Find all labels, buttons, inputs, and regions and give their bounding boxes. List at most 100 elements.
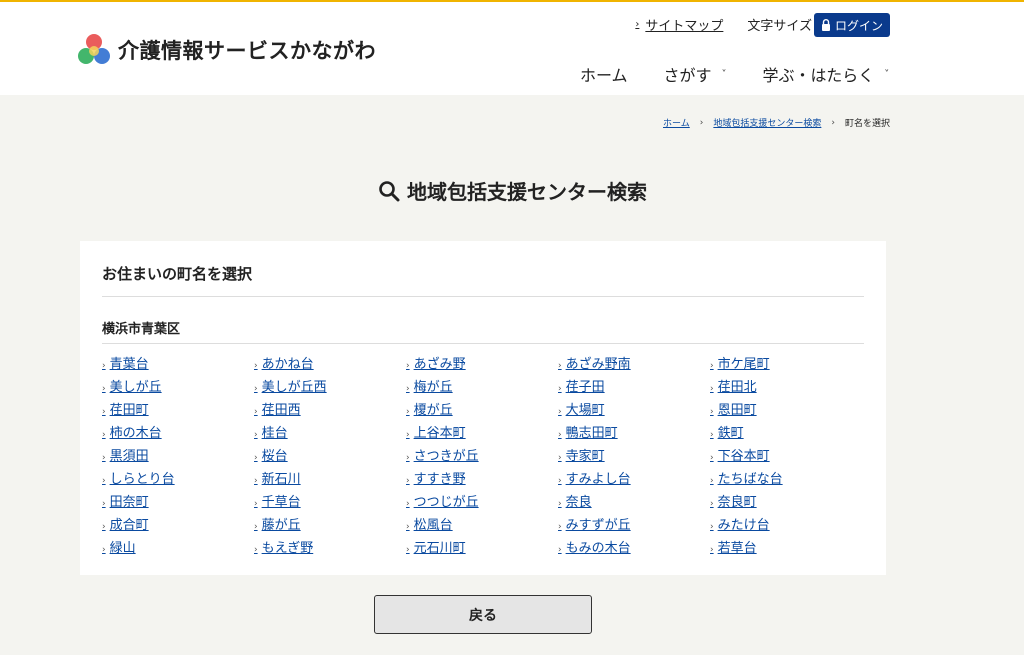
chevron-right-icon: ›	[254, 498, 258, 509]
chevron-right-icon: ›	[558, 544, 562, 555]
town-link[interactable]: › もみの木台	[558, 535, 710, 558]
town-label: すすき野	[413, 472, 466, 487]
town-link[interactable]: › 奈良町	[710, 489, 862, 512]
town-link[interactable]: › 荏田町	[102, 397, 254, 420]
town-link[interactable]: › 美しが丘西	[254, 374, 406, 397]
site-header: 介護情報サービスかながわ › サイトマップ 文字サイズ 小 中 大 ログイン ホ…	[0, 2, 1024, 95]
town-link[interactable]: › 上谷本町	[406, 420, 558, 443]
town-link[interactable]: › 田奈町	[102, 489, 254, 512]
breadcrumb-home[interactable]: ホーム	[663, 116, 690, 129]
main-nav: ホーム さがす ˅ 学ぶ・はたらく ˅	[580, 62, 925, 86]
town-link[interactable]: › すみよし台	[558, 466, 710, 489]
breadcrumb-center-search[interactable]: 地域包括支援センター検索	[713, 116, 821, 129]
town-link[interactable]: › 荏田西	[254, 397, 406, 420]
town-label: 荏田町	[109, 403, 149, 418]
town-link[interactable]: › 美しが丘	[102, 374, 254, 397]
town-select-panel: お住まいの町名を選択 横浜市青葉区 › 青葉台 › あかね台 › あざみ野 › あざみ野南 › 市…	[80, 241, 886, 575]
chevron-right-icon: ›	[254, 406, 258, 417]
town-label: 若草台	[717, 541, 757, 556]
chevron-right-icon: ›	[254, 475, 258, 486]
town-link[interactable]: › しらとり台	[102, 466, 254, 489]
town-link[interactable]: › 荏子田	[558, 374, 710, 397]
town-link[interactable]: › 藤が丘	[254, 512, 406, 535]
town-label: 恩田町	[717, 403, 757, 418]
chevron-right-icon: ›	[710, 521, 714, 532]
town-label: 寺家町	[565, 449, 605, 464]
town-link[interactable]: › 元石川町	[406, 535, 558, 558]
nav-learn-work-label: 学ぶ・はたらく	[762, 66, 875, 85]
town-link[interactable]: › 柿の木台	[102, 420, 254, 443]
chevron-right-icon: ›	[406, 429, 410, 440]
nav-home[interactable]: ホーム	[580, 62, 628, 86]
chevron-right-icon: ›	[406, 360, 410, 371]
chevron-right-icon: ›	[102, 521, 106, 532]
chevron-right-icon: ›	[254, 544, 258, 555]
chevron-right-icon: ›	[710, 475, 714, 486]
town-link[interactable]: › 新石川	[254, 466, 406, 489]
town-link[interactable]: › 榎が丘	[406, 397, 558, 420]
town-label: 荏田西	[261, 403, 301, 418]
town-link[interactable]: › たちばな台	[710, 466, 862, 489]
chevron-right-icon: ›	[558, 498, 562, 509]
town-link[interactable]: › 鴨志田町	[558, 420, 710, 443]
town-link[interactable]: › 梅が丘	[406, 374, 558, 397]
town-link[interactable]: › 若草台	[710, 535, 862, 558]
chevron-right-icon: ›	[558, 521, 562, 532]
chevron-right-icon: ›	[102, 475, 106, 486]
town-label: 新石川	[261, 472, 301, 487]
chevron-right-icon: ›	[558, 406, 562, 417]
town-label: 桜台	[261, 449, 288, 464]
town-link[interactable]: › みたけ台	[710, 512, 862, 535]
town-link[interactable]: › 緑山	[102, 535, 254, 558]
chevron-right-icon: ›	[102, 406, 106, 417]
nav-learn-work[interactable]: 学ぶ・はたらく ˅	[763, 62, 890, 86]
town-link[interactable]: › さつきが丘	[406, 443, 558, 466]
town-link[interactable]: › 寺家町	[558, 443, 710, 466]
nav-search[interactable]: さがす ˅	[664, 62, 727, 86]
breadcrumb: ホーム › 地域包括支援センター検索 › 町名を選択	[663, 116, 890, 130]
town-label: もみの木台	[565, 541, 631, 556]
town-label: 鴨志田町	[565, 426, 618, 441]
town-label: 荏子田	[565, 380, 605, 395]
site-logo[interactable]: 介護情報サービスかながわ	[76, 32, 376, 68]
town-link[interactable]: › 桜台	[254, 443, 406, 466]
town-link[interactable]: › みすずが丘	[558, 512, 710, 535]
town-link[interactable]: › 鉄町	[710, 420, 862, 443]
login-button[interactable]: ログイン	[814, 13, 890, 37]
chevron-down-icon: ˅	[721, 68, 727, 80]
town-link[interactable]: › あざみ野	[406, 351, 558, 374]
town-link[interactable]: › 荏田北	[710, 374, 862, 397]
town-link[interactable]: › 奈良	[558, 489, 710, 512]
panel-heading: お住まいの町名を選択	[102, 263, 864, 297]
login-label: ログイン	[834, 18, 883, 33]
town-link[interactable]: › 下谷本町	[710, 443, 862, 466]
town-link[interactable]: › つつじが丘	[406, 489, 558, 512]
chevron-right-icon: ›	[558, 360, 562, 371]
page-title-text: 地域包括支援センター検索	[407, 180, 647, 204]
town-link[interactable]: › 大場町	[558, 397, 710, 420]
chevron-right-icon: ›	[710, 383, 714, 394]
back-button[interactable]: 戻る	[374, 595, 592, 634]
town-label: 下谷本町	[717, 449, 770, 464]
town-link[interactable]: › 黒須田	[102, 443, 254, 466]
chevron-right-icon: ›	[406, 383, 410, 394]
chevron-right-icon: ›	[102, 429, 106, 440]
town-link[interactable]: › 松風台	[406, 512, 558, 535]
town-label: あざみ野南	[565, 357, 631, 372]
chevron-right-icon: ›	[102, 383, 106, 394]
town-link[interactable]: › 市ケ尾町	[710, 351, 862, 374]
page-title: 地域包括支援センター検索	[0, 176, 1024, 205]
town-label: 梅が丘	[413, 380, 453, 395]
chevron-right-icon: ›	[254, 521, 258, 532]
town-link[interactable]: › あかね台	[254, 351, 406, 374]
town-link[interactable]: › 桂台	[254, 420, 406, 443]
sitemap-link[interactable]: › サイトマップ	[635, 15, 723, 34]
town-link[interactable]: › 恩田町	[710, 397, 862, 420]
town-link[interactable]: › すすき野	[406, 466, 558, 489]
town-link[interactable]: › 千草台	[254, 489, 406, 512]
town-link[interactable]: › 成合町	[102, 512, 254, 535]
town-link[interactable]: › あざみ野南	[558, 351, 710, 374]
town-link[interactable]: › もえぎ野	[254, 535, 406, 558]
town-label: あかね台	[261, 357, 314, 372]
town-link[interactable]: › 青葉台	[102, 351, 254, 374]
